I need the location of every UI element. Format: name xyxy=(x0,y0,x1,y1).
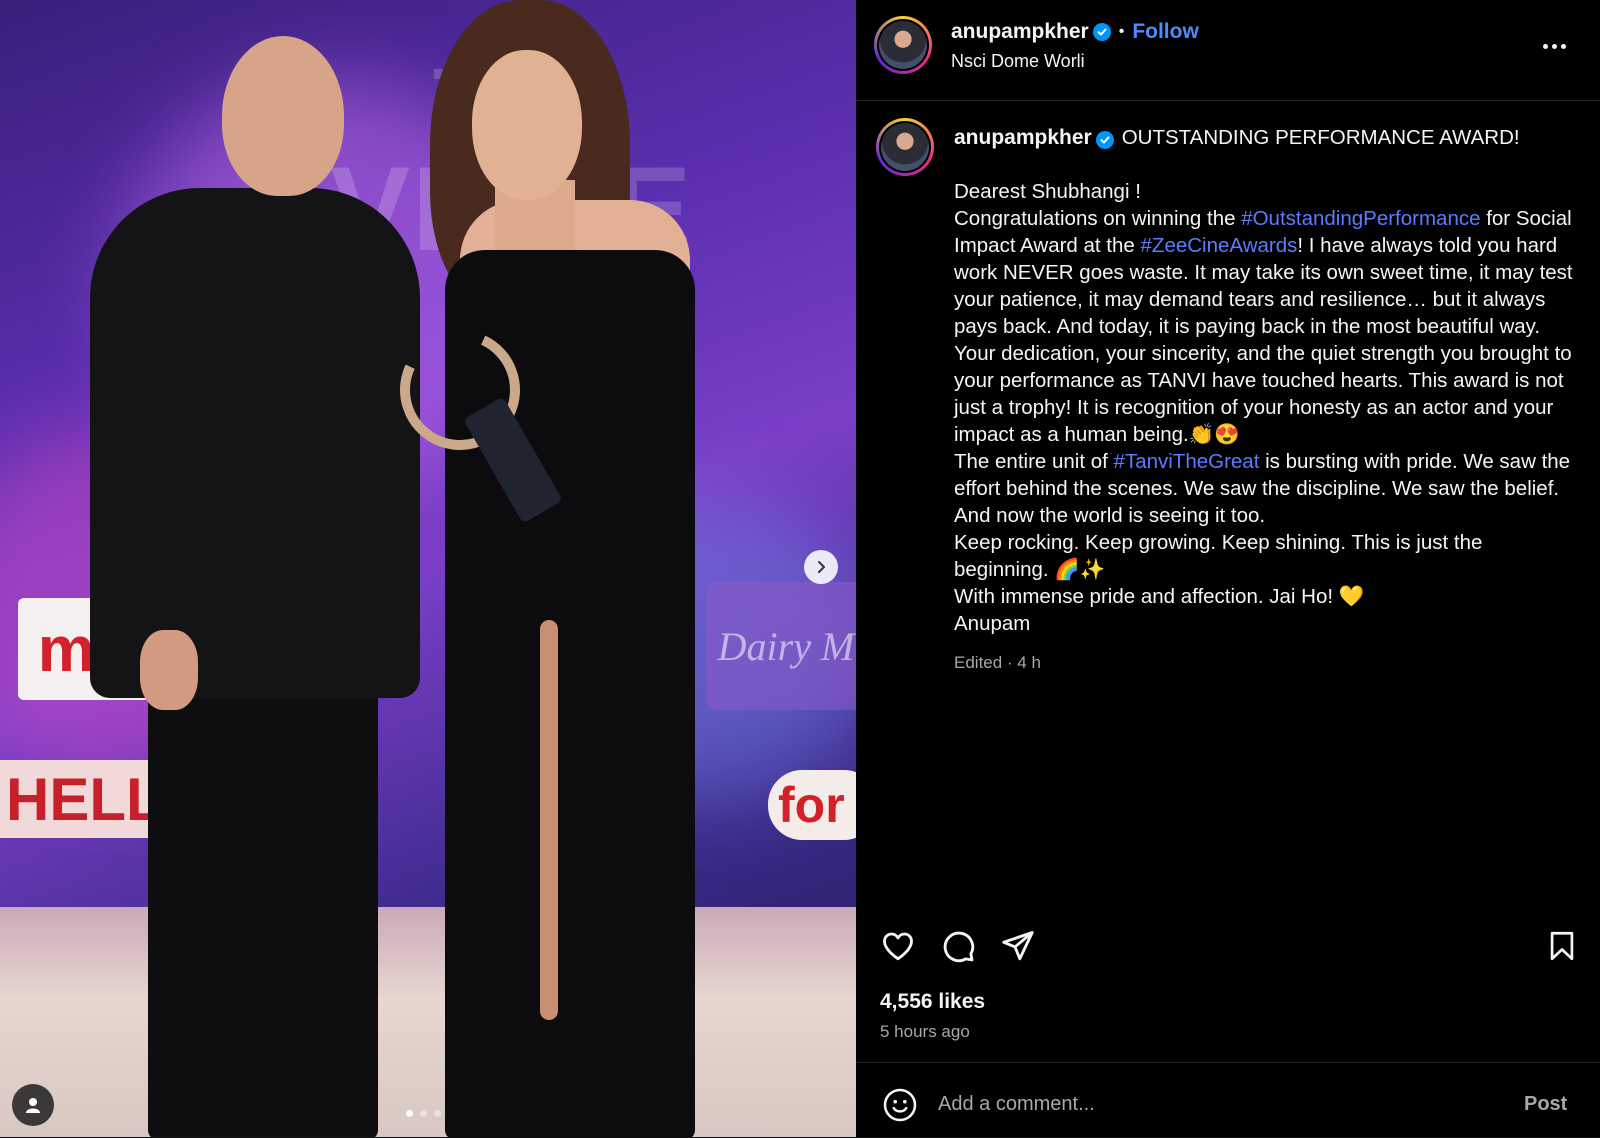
post-timestamp: 5 hours ago xyxy=(880,1022,970,1041)
comment-button[interactable] xyxy=(938,926,978,966)
chevron-right-icon xyxy=(818,561,825,573)
sponsor-sign: HELL xyxy=(0,760,166,838)
caption-paragraph: With immense pride and affection. Jai Ho… xyxy=(954,585,1365,608)
carousel-dot xyxy=(434,1110,441,1117)
caption-title: OUTSTANDING PERFORMANCE AWARD! xyxy=(1121,126,1520,149)
emoji-icon xyxy=(883,1088,917,1122)
post-header: anupampkher • Follow Nsci Dome Worli xyxy=(856,0,1600,101)
location-link[interactable]: Nsci Dome Worli xyxy=(951,51,1085,72)
caption-title-line: anupampkher OUTSTANDING PERFORMANCE AWARD… xyxy=(954,124,1574,151)
man-figure xyxy=(222,36,344,196)
bookmark-icon xyxy=(1550,931,1574,961)
avatar[interactable] xyxy=(874,16,932,74)
caption-paragraph: Congratulations on winning the #Outstand… xyxy=(954,205,1574,340)
caption-edited-time: Edited · 4 h xyxy=(954,653,1041,672)
more-options-button[interactable] xyxy=(1536,34,1572,58)
avatar-frame xyxy=(877,19,929,71)
man-figure xyxy=(140,630,198,710)
verified-badge-icon xyxy=(1092,23,1111,41)
man-figure xyxy=(90,188,420,698)
post-side-panel: anupampkher • Follow Nsci Dome Worli anu… xyxy=(856,0,1600,1137)
caption-text-run: Congratulations on winning the xyxy=(954,207,1242,230)
save-button[interactable] xyxy=(1542,926,1582,966)
tagged-users-button[interactable] xyxy=(12,1084,54,1126)
caption-paragraph: Dearest Shubhangi ! xyxy=(954,180,1141,203)
more-icon xyxy=(1560,43,1566,49)
comment-input[interactable] xyxy=(936,1083,1500,1125)
share-icon xyxy=(1002,931,1034,961)
caption-paragraph: The entire unit of #TanviTheGreat is bur… xyxy=(954,448,1574,529)
hashtag-link[interactable]: #ZeeCineAwards xyxy=(1141,234,1298,257)
sponsor-sign: for xyxy=(768,770,856,840)
more-icon xyxy=(1551,43,1557,49)
carousel-dot xyxy=(420,1110,427,1117)
verified-badge-icon xyxy=(1095,131,1114,149)
caption-avatar[interactable] xyxy=(876,118,934,176)
carousel-indicator xyxy=(406,1110,441,1117)
comment-composer: Post xyxy=(856,1062,1600,1138)
man-figure xyxy=(148,680,378,1137)
header-separator: • xyxy=(1118,23,1125,40)
user-tag-icon xyxy=(26,1098,40,1113)
post-comment-button[interactable]: Post xyxy=(1524,1093,1567,1116)
caption-username[interactable]: anupampkher xyxy=(954,126,1092,149)
carousel-next-button[interactable] xyxy=(804,550,838,584)
caption-paragraph: Your dedication, your sincerity, and the… xyxy=(954,342,1572,446)
stage-floor xyxy=(0,907,856,1137)
caption-paragraph: Anupam xyxy=(954,612,1031,635)
woman-figure xyxy=(472,50,582,200)
woman-figure xyxy=(540,620,558,1020)
avatar-frame xyxy=(879,121,931,173)
emoji-button[interactable] xyxy=(880,1085,920,1125)
hashtag-link[interactable]: #TanviTheGreat xyxy=(1114,450,1260,473)
caption-paragraph: Keep rocking. Keep growing. Keep shining… xyxy=(954,531,1483,581)
header-username[interactable]: anupampkher xyxy=(951,20,1089,44)
like-button[interactable] xyxy=(878,926,918,966)
avatar-image xyxy=(881,123,929,171)
caption-text-run: The entire unit of xyxy=(954,450,1114,473)
likes-count[interactable]: 4,556 likes xyxy=(880,990,985,1014)
avatar-image xyxy=(879,21,927,69)
heart-icon xyxy=(883,932,913,961)
sponsor-sign: Dairy M xyxy=(706,582,856,710)
comment-icon xyxy=(943,931,975,963)
hashtag-link[interactable]: #OutstandingPerformance xyxy=(1241,207,1480,230)
post-media[interactable]: 7 VEE E ma Dairy M HELL for xyxy=(0,0,856,1137)
carousel-dot xyxy=(406,1110,413,1117)
caption-text: anupampkher OUTSTANDING PERFORMANCE AWARD… xyxy=(954,124,1574,676)
more-icon xyxy=(1542,43,1548,49)
share-button[interactable] xyxy=(998,926,1038,966)
header-user-line: anupampkher • Follow xyxy=(951,20,1199,44)
action-bar xyxy=(856,920,1600,970)
post-viewer: 7 VEE E ma Dairy M HELL for xyxy=(0,0,1600,1137)
follow-button[interactable]: Follow xyxy=(1132,20,1199,44)
